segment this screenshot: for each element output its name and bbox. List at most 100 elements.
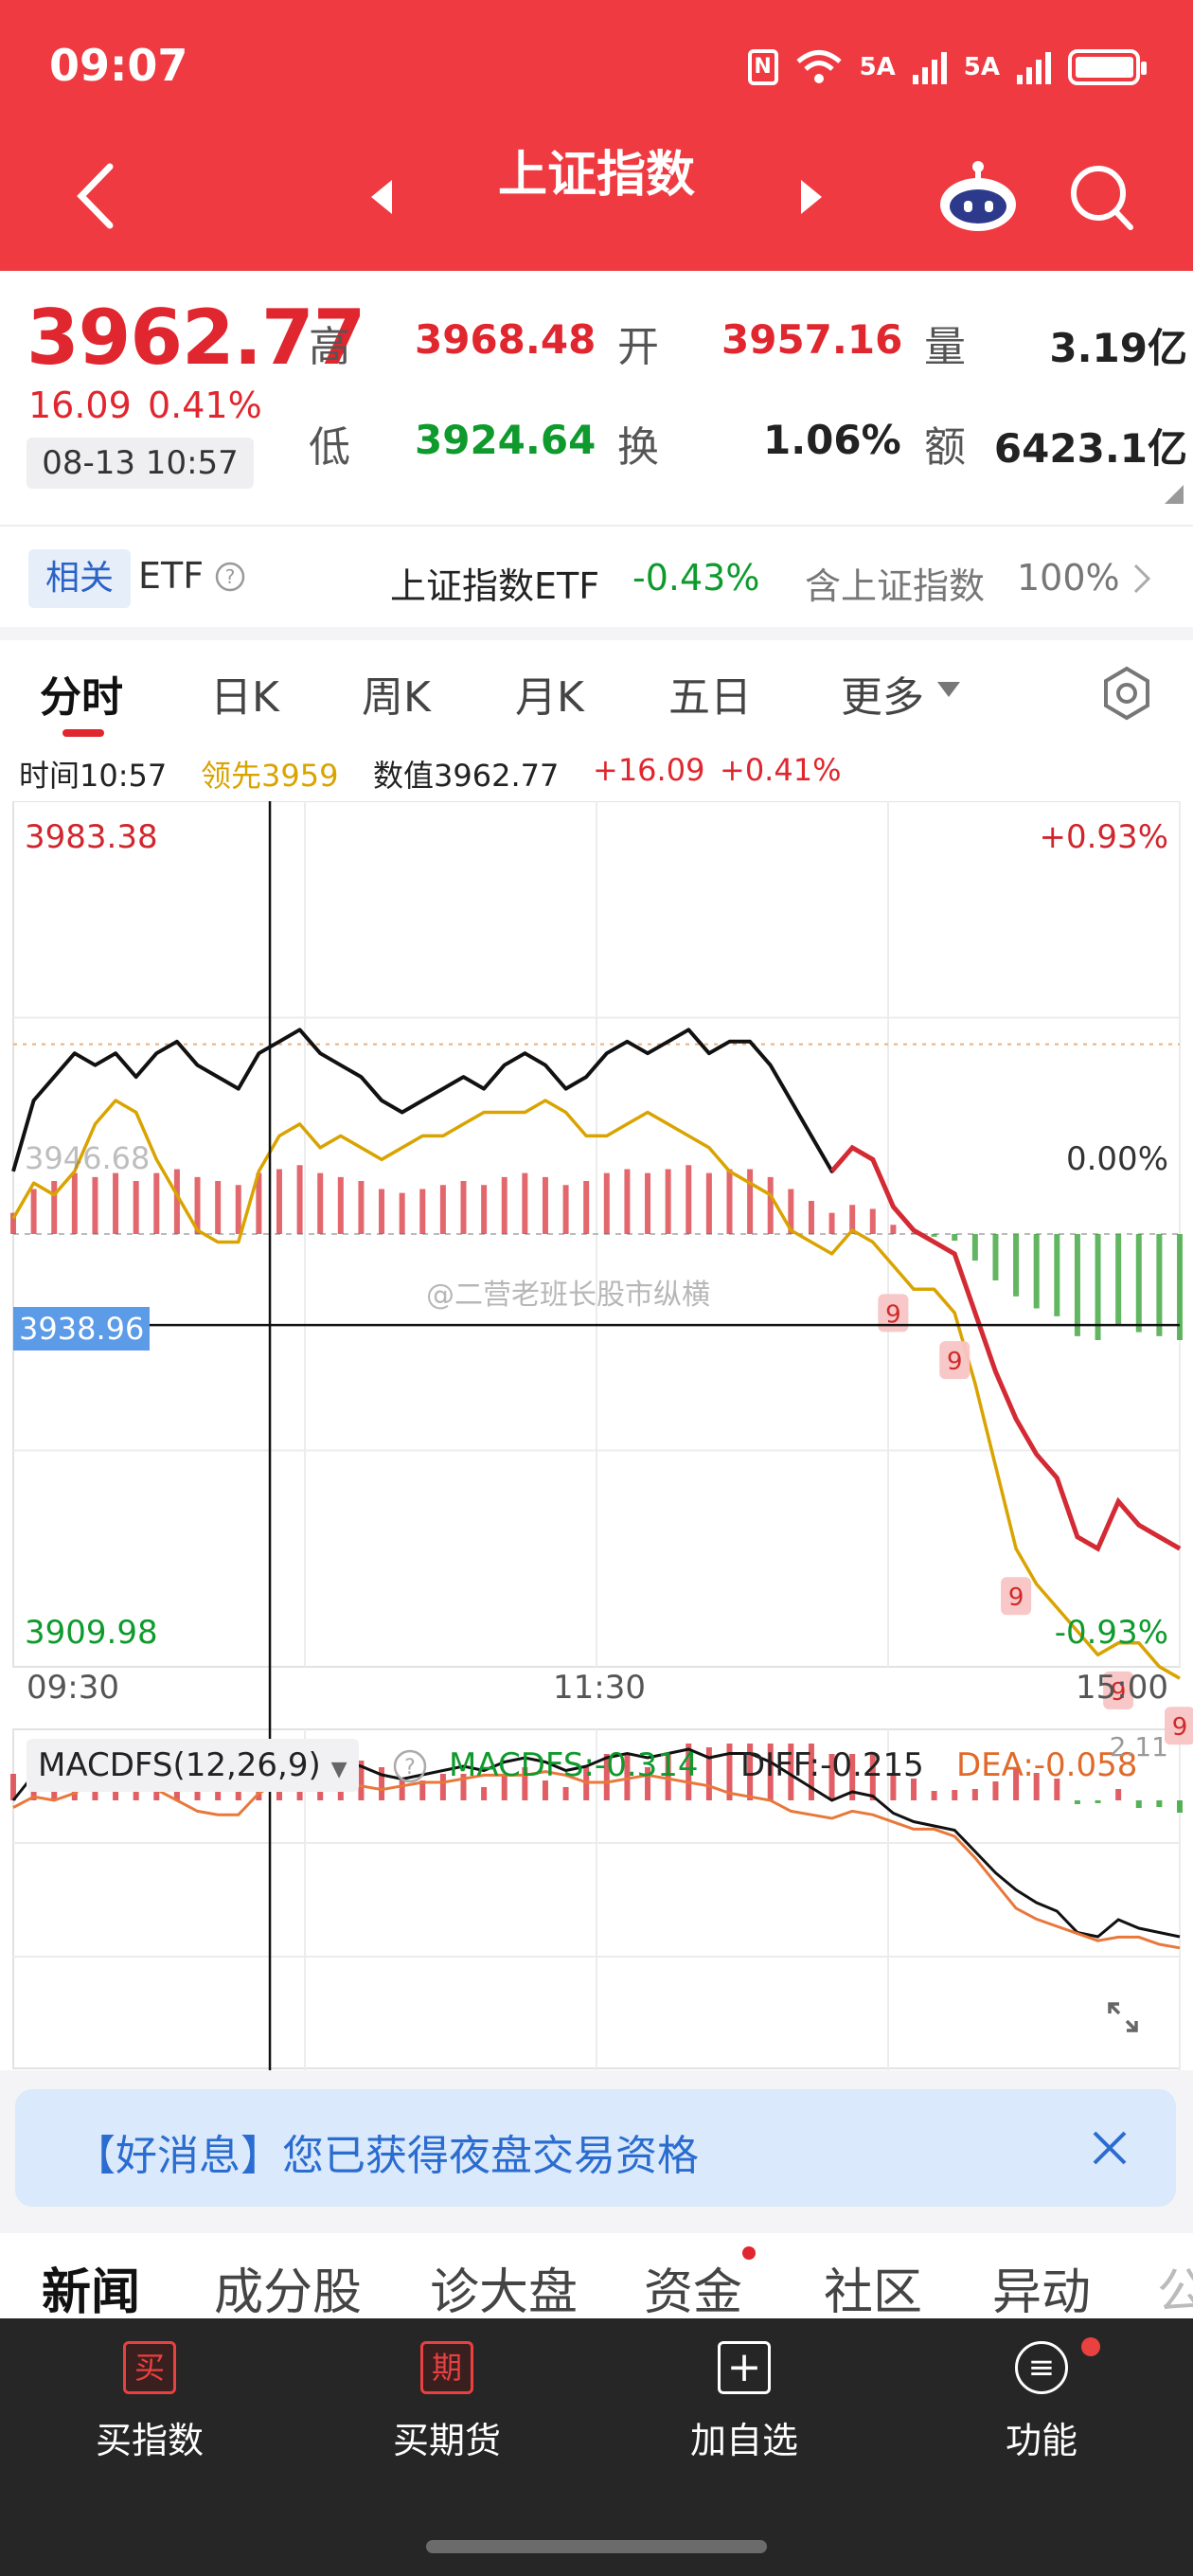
info-change: +16.09 bbox=[593, 752, 705, 788]
search-icon[interactable] bbox=[1068, 163, 1134, 231]
x-label-close: 15:00 bbox=[1076, 1669, 1168, 1707]
settings-icon[interactable] bbox=[1098, 665, 1155, 722]
expand-corner-icon[interactable] bbox=[1165, 485, 1184, 504]
info-time: 时间10:57 bbox=[19, 758, 168, 794]
chevron-right-icon bbox=[1133, 564, 1151, 594]
price-line-decline-segment bbox=[829, 1144, 1182, 1552]
low-value: 3924.64 bbox=[415, 417, 596, 463]
buy-index-label: 买指数 bbox=[95, 2420, 204, 2461]
tab-announcement[interactable]: 公 bbox=[1157, 2252, 1193, 2323]
macd-title: MACDFS(12,26,9) bbox=[38, 1746, 321, 1784]
related-tag: 相关 bbox=[28, 549, 131, 608]
tab-daily-k[interactable]: 日K bbox=[210, 663, 279, 724]
etf-row[interactable]: 相关 ETF ? 上证指数ETF -0.43% 含上证指数 100% bbox=[0, 525, 1193, 627]
amount-label: 额 bbox=[924, 423, 966, 472]
open-value: 3957.16 bbox=[721, 316, 903, 363]
fullscreen-icon[interactable] bbox=[1096, 1991, 1149, 2044]
tab-funds[interactable]: 资金 bbox=[644, 2252, 742, 2323]
wifi-icon bbox=[795, 50, 842, 83]
zero-pct-label: 0.00% bbox=[1065, 1140, 1168, 1178]
high-value: 3968.48 bbox=[415, 316, 596, 363]
low-label: 低 bbox=[309, 423, 350, 472]
price-change-percent: 0.41% bbox=[148, 385, 262, 426]
turnover-value: 1.06% bbox=[763, 417, 901, 463]
volume-label: 量 bbox=[924, 323, 966, 371]
info-lead: 领先3959 bbox=[201, 758, 339, 794]
help-icon[interactable]: ? bbox=[214, 561, 246, 593]
tab-intraday[interactable]: 分时 bbox=[40, 663, 123, 724]
quote-panel: 3962.77 16.09 0.41% 08-13 10:57 高 3968.4… bbox=[0, 271, 1193, 525]
tab-movement[interactable]: 异动 bbox=[992, 2252, 1091, 2323]
quote-datetime: 08-13 10:57 bbox=[27, 438, 254, 489]
close-icon[interactable] bbox=[1091, 2129, 1129, 2167]
diff-readout: DIFF:-0.215 bbox=[740, 1746, 924, 1784]
signal-1-label: 5A bbox=[859, 53, 896, 81]
buy-futures-button[interactable]: 期 买期货 bbox=[333, 2341, 561, 2463]
prev-close-label: 3946.68 bbox=[25, 1140, 151, 1176]
battery-level bbox=[1076, 57, 1134, 78]
functions-button[interactable]: ≡ 功能 bbox=[928, 2341, 1155, 2463]
tab-more[interactable]: 更多 bbox=[841, 663, 924, 724]
info-pct: +0.41% bbox=[720, 752, 842, 788]
add-icon: + bbox=[718, 2341, 771, 2394]
caret-down-icon: ▼ bbox=[330, 1758, 347, 1781]
signal-marker-label: 9 bbox=[947, 1348, 963, 1376]
watermark: @二营老班长股市纵横 bbox=[426, 1279, 710, 1312]
robot-assistant-icon[interactable] bbox=[937, 159, 1019, 235]
tab-community[interactable]: 社区 bbox=[824, 2252, 922, 2323]
status-icons: N 5A 5A bbox=[747, 44, 1147, 91]
function-notification-dot bbox=[1081, 2337, 1100, 2356]
macd-indicator-select[interactable]: MACDFS(12,26,9) ▼ bbox=[27, 1739, 359, 1792]
crosshair-info: 时间10:57 领先3959 数值3962.77 +16.09 +0.41% bbox=[0, 742, 1193, 801]
volume-value: 3.19亿 bbox=[1049, 325, 1187, 371]
etf-name: 上证指数ETF bbox=[390, 565, 600, 607]
active-tab-indicator bbox=[62, 729, 104, 737]
caret-down-icon bbox=[937, 682, 960, 697]
tab-weekly-k[interactable]: 周K bbox=[362, 663, 431, 724]
intraday-chart[interactable]: 99999 3983.38 +0.93% 3946.68 0.00% 3938.… bbox=[0, 801, 1193, 2070]
chart-tabs: 分时 日K 周K 月K 五日 更多 bbox=[0, 640, 1193, 742]
diff-value: -0.215 bbox=[820, 1746, 924, 1784]
open-label: 开 bbox=[617, 323, 659, 371]
home-indicator bbox=[426, 2540, 767, 2553]
etf-change: -0.43% bbox=[632, 557, 760, 599]
tab-five-day[interactable]: 五日 bbox=[668, 663, 752, 724]
signal-1-icon bbox=[912, 50, 947, 84]
crosshair-price-label: 3938.96 bbox=[13, 1307, 151, 1351]
buy-futures-label: 买期货 bbox=[392, 2420, 501, 2461]
amount-value: 6423.1亿 bbox=[993, 425, 1187, 472]
y-min-label: 3909.98 bbox=[25, 1614, 158, 1652]
dea-label: DEA: bbox=[956, 1746, 1034, 1784]
tab-constituents[interactable]: 成分股 bbox=[214, 2252, 362, 2323]
macdfs-label: MACDFS: bbox=[449, 1746, 595, 1784]
signal-marker-label: 9 bbox=[1172, 1713, 1188, 1742]
etf-label: ETF bbox=[138, 555, 205, 597]
add-watchlist-button[interactable]: + 加自选 bbox=[631, 2341, 858, 2463]
signal-2-label: 5A bbox=[963, 53, 1000, 81]
y-max-label: 3983.38 bbox=[25, 818, 158, 856]
status-time: 09:07 bbox=[49, 40, 188, 91]
battery-icon bbox=[1068, 49, 1147, 85]
tab-diagnosis[interactable]: 诊大盘 bbox=[430, 2252, 578, 2323]
tab-news[interactable]: 新闻 bbox=[42, 2252, 140, 2323]
tab-monthly-k[interactable]: 月K bbox=[515, 663, 584, 724]
menu-icon: ≡ bbox=[1015, 2341, 1068, 2394]
buy-index-button[interactable]: 买 买指数 bbox=[36, 2341, 263, 2463]
bottom-action-bar: 买 买指数 期 买期货 + 加自选 ≡ 功能 bbox=[0, 2318, 1193, 2576]
banner-text: 【好消息】您已获得夜盘交易资格 bbox=[74, 2132, 699, 2180]
svg-text:?: ? bbox=[404, 1756, 416, 1780]
x-label-open: 09:30 bbox=[27, 1669, 119, 1707]
macd-help-icon[interactable]: ? bbox=[392, 1748, 428, 1784]
next-stock-icon[interactable] bbox=[797, 178, 826, 216]
diff-label: DIFF: bbox=[740, 1746, 821, 1784]
functions-label: 功能 bbox=[1005, 2420, 1077, 2461]
etf-contains-percent: 100% bbox=[1017, 557, 1120, 599]
night-trading-banner[interactable]: 【好消息】您已获得夜盘交易资格 bbox=[15, 2089, 1176, 2207]
turnover-label: 换 bbox=[617, 423, 659, 472]
signal-marker-label: 9 bbox=[1008, 1583, 1024, 1612]
pct-max-label: +0.93% bbox=[1039, 818, 1169, 856]
macdfs-readout: MACDFS:-0.314 bbox=[449, 1746, 699, 1784]
x-label-noon: 11:30 bbox=[553, 1669, 646, 1707]
macd-corner-value: 2.11 bbox=[1109, 1731, 1168, 1762]
etf-contains-label: 含上证指数 bbox=[805, 565, 986, 607]
